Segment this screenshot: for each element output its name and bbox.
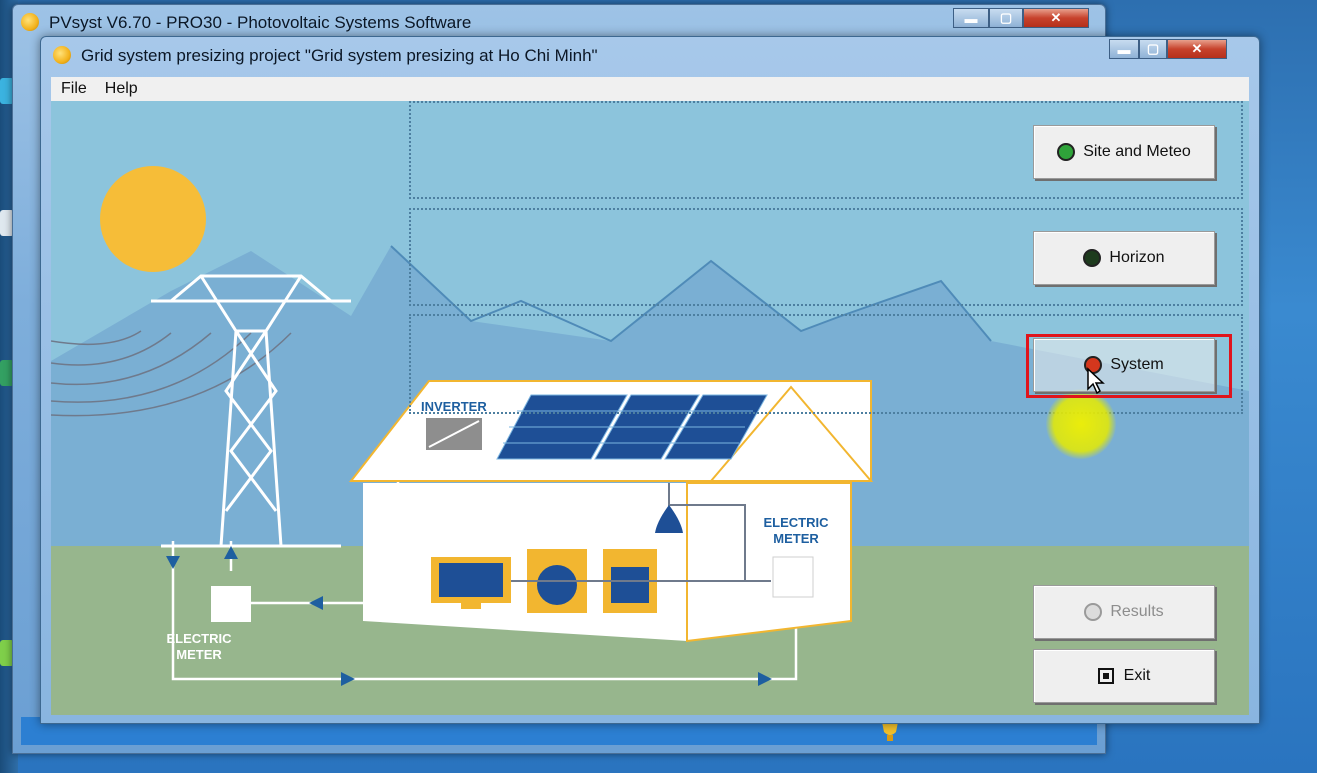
cursor-highlight xyxy=(1046,389,1116,459)
close-button[interactable]: ✕ xyxy=(1023,8,1089,28)
menu-file[interactable]: File xyxy=(53,80,95,98)
right-meter-label-1: ELECTRIC xyxy=(764,515,830,530)
results-status-icon xyxy=(1084,603,1103,621)
results-button[interactable]: Results xyxy=(1033,585,1215,639)
project-titlebar[interactable]: Grid system presizing project "Grid syst… xyxy=(41,37,1259,77)
mouse-cursor-icon xyxy=(1087,367,1105,395)
horizon-status-icon xyxy=(1083,249,1102,267)
project-maximize-button[interactable]: ▢ xyxy=(1139,39,1167,59)
horizon-label: Horizon xyxy=(1109,249,1165,266)
minimize-button[interactable]: ▬ xyxy=(953,8,989,28)
left-meter-box xyxy=(211,586,251,622)
pvsyst-project-icon xyxy=(53,46,71,64)
project-caption-buttons: ▬ ▢ ✕ xyxy=(1109,39,1227,59)
main-caption-buttons: ▬ ▢ ✕ xyxy=(953,8,1089,28)
exit-button[interactable]: Exit xyxy=(1033,649,1215,703)
exit-label: Exit xyxy=(1123,667,1151,684)
pvsyst-app-icon xyxy=(21,13,39,31)
site-meteo-label: Site and Meteo xyxy=(1083,143,1191,160)
main-window-title: PVsyst V6.70 - PRO30 - Photovoltaic Syst… xyxy=(49,13,472,32)
site-meteo-button[interactable]: Site and Meteo xyxy=(1033,125,1215,179)
right-meter-box xyxy=(772,556,814,598)
exit-icon xyxy=(1097,668,1114,684)
system-highlight-box xyxy=(1026,334,1232,398)
project-minimize-button[interactable]: ▬ xyxy=(1109,39,1139,59)
maximize-button[interactable]: ▢ xyxy=(989,8,1023,28)
horizon-button[interactable]: Horizon xyxy=(1033,231,1215,285)
menu-help[interactable]: Help xyxy=(97,80,146,98)
project-window-title: Grid system presizing project "Grid syst… xyxy=(81,46,598,65)
grid-presizing-window: Grid system presizing project "Grid syst… xyxy=(40,36,1260,724)
left-meter-label-1: ELECTRIC xyxy=(167,631,233,646)
main-titlebar[interactable]: PVsyst V6.70 - PRO30 - Photovoltaic Syst… xyxy=(13,5,1105,39)
project-close-button[interactable]: ✕ xyxy=(1167,39,1227,59)
menu-bar: File Help xyxy=(51,77,1249,102)
sun-icon xyxy=(100,166,206,272)
results-label: Results xyxy=(1110,603,1164,620)
left-meter-label-2: METER xyxy=(176,647,222,662)
site-meteo-status-icon xyxy=(1057,143,1076,161)
right-meter-label-2: METER xyxy=(773,531,819,546)
grid-system-illustration: INVERTER ELECTRIC METER ELECTRIC METER S… xyxy=(51,101,1249,715)
